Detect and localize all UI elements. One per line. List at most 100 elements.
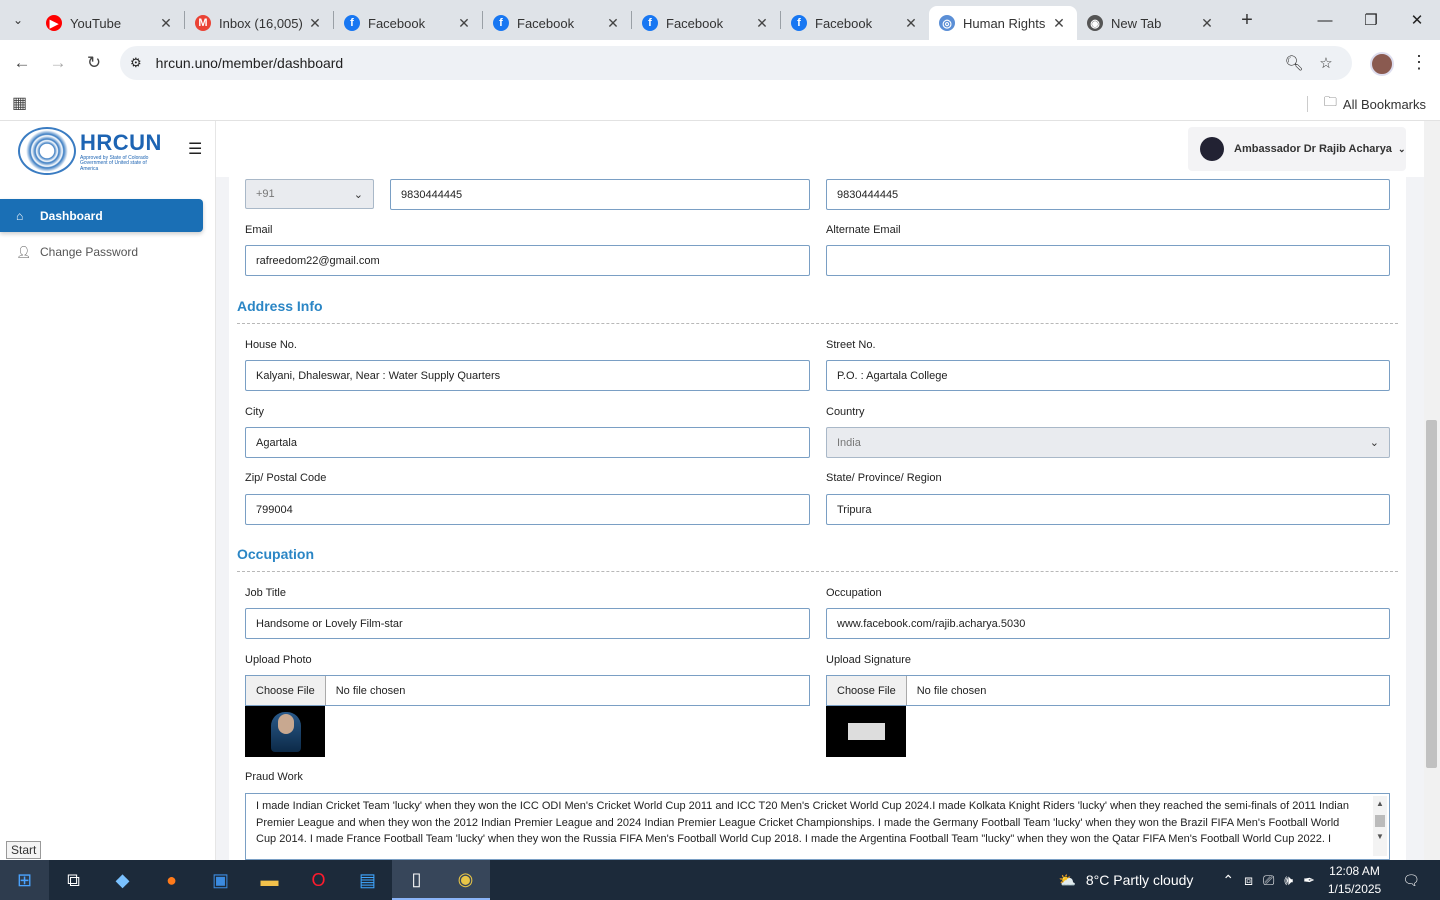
alt-email-field[interactable] bbox=[826, 245, 1390, 276]
close-tab-icon[interactable]: ✕ bbox=[307, 15, 323, 32]
profile-avatar[interactable] bbox=[1370, 52, 1394, 76]
gmail-icon: M bbox=[195, 15, 211, 31]
new-tab-button[interactable]: + bbox=[1231, 9, 1263, 32]
choose-file-button[interactable]: Choose File bbox=[827, 676, 907, 705]
email-field[interactable]: rafreedom22@gmail.com bbox=[245, 245, 810, 276]
task-view-icon[interactable]: ⧉ bbox=[49, 860, 98, 900]
alt-email-label: Alternate Email bbox=[826, 224, 901, 236]
user-icon: 👤︎ bbox=[16, 244, 32, 259]
tab-search-chevron-icon[interactable]: ⌄ bbox=[0, 0, 36, 40]
close-tab-icon[interactable]: ✕ bbox=[605, 15, 621, 32]
close-tab-icon[interactable]: ✕ bbox=[158, 15, 174, 32]
browser-tab[interactable]: f Facebook ✕ bbox=[483, 6, 631, 40]
tab-title: Facebook bbox=[666, 15, 724, 31]
browser-tab[interactable]: f Facebook ✕ bbox=[781, 6, 929, 40]
windows-start-icon[interactable]: ⊞ bbox=[0, 860, 49, 900]
all-bookmarks-label: All Bookmarks bbox=[1342, 96, 1426, 112]
omnibox[interactable]: ⚙ hrcun.uno/member/dashboard 🔍︎ ☆ bbox=[120, 46, 1352, 80]
weather-text[interactable]: 8°C Partly cloudy bbox=[1086, 872, 1194, 888]
close-tab-icon[interactable]: ✕ bbox=[1051, 15, 1067, 32]
forward-arrow-icon[interactable]: → bbox=[40, 53, 76, 73]
divider bbox=[237, 571, 1398, 572]
browser-tab[interactable]: f Facebook ✕ bbox=[334, 6, 482, 40]
phone-input[interactable]: 9830444445 bbox=[390, 179, 810, 210]
hamburger-menu-icon[interactable]: ☰ bbox=[188, 139, 202, 159]
browser-tab[interactable]: ◎ Human Rights ✕ bbox=[929, 6, 1077, 40]
site-settings-icon[interactable]: ⚙ bbox=[130, 55, 142, 71]
city-field[interactable]: Agartala bbox=[245, 427, 810, 458]
photo-file-input[interactable]: Choose File No file chosen bbox=[245, 675, 810, 706]
city-label: City bbox=[245, 406, 264, 418]
close-window-icon[interactable]: ✕ bbox=[1394, 0, 1440, 40]
hrcun-icon: ◎ bbox=[939, 15, 955, 31]
copilot-icon[interactable]: ◆ bbox=[98, 860, 147, 900]
clock[interactable]: 12:08 AM 1/15/2025 bbox=[1328, 862, 1381, 898]
signature-file-input[interactable]: Choose File No file chosen bbox=[826, 675, 1390, 706]
facebook-icon: f bbox=[493, 15, 509, 31]
street-label: Street No. bbox=[826, 339, 876, 351]
zoom-icon[interactable]: 🔍︎ bbox=[1278, 54, 1310, 72]
whatsapp-input[interactable]: 9830444445 bbox=[826, 179, 1390, 210]
menu-kebab-icon[interactable]: ⋮ bbox=[1410, 52, 1428, 73]
state-field[interactable]: Tripura bbox=[826, 494, 1390, 525]
monitor-app-icon[interactable]: ▣ bbox=[196, 860, 245, 900]
back-arrow-icon[interactable]: ← bbox=[4, 53, 40, 73]
photo-thumbnail bbox=[245, 706, 325, 757]
sidebar-item-label: Dashboard bbox=[40, 208, 103, 223]
no-file-text: No file chosen bbox=[916, 684, 987, 697]
house-field[interactable]: Kalyani, Dhaleswar, Near : Water Supply … bbox=[245, 360, 810, 391]
user-menu[interactable]: Ambassador Dr Rajib Acharya ⌄ bbox=[1188, 127, 1406, 171]
chrome-icon[interactable]: ◉ bbox=[441, 860, 490, 900]
chevron-up-icon[interactable]: ⌃ bbox=[1222, 872, 1234, 889]
notepad-icon[interactable]: ▯ bbox=[392, 860, 441, 900]
hrcun-logo[interactable]: HRCUN Approved by State of Colorado Gove… bbox=[18, 127, 162, 175]
browser-tab[interactable]: ◉ New Tab ✕ bbox=[1077, 6, 1225, 40]
close-tab-icon[interactable]: ✕ bbox=[903, 15, 919, 32]
phone-code-select[interactable]: +91 ⌄ bbox=[245, 179, 374, 209]
phone-code-value: +91 bbox=[256, 188, 275, 200]
close-tab-icon[interactable]: ✕ bbox=[754, 15, 770, 32]
home-icon: ⌂ bbox=[16, 208, 24, 223]
choose-file-button[interactable]: Choose File bbox=[246, 676, 326, 705]
bookmark-star-icon[interactable]: ☆ bbox=[1310, 54, 1342, 72]
firefox-icon[interactable]: ● bbox=[147, 860, 196, 900]
browser-tab[interactable]: f Facebook ✕ bbox=[632, 6, 780, 40]
apps-grid-icon[interactable]: ▦ bbox=[12, 93, 27, 113]
praud-work-textarea[interactable]: I made Indian Cricket Team 'lucky' when … bbox=[245, 793, 1390, 860]
street-field[interactable]: P.O. : Agartala College bbox=[826, 360, 1390, 391]
reload-icon[interactable]: ↻ bbox=[76, 53, 112, 73]
device-icon[interactable]: ⧈ bbox=[1244, 872, 1253, 889]
sidebar-item-dashboard[interactable]: ⌂ Dashboard bbox=[0, 199, 203, 232]
tab-title: Inbox (16,005) bbox=[219, 15, 303, 31]
tab-title: Facebook bbox=[368, 15, 426, 31]
country-select[interactable]: India ⌄ bbox=[826, 427, 1390, 458]
textarea-scrollbar[interactable]: ▲ ▼ bbox=[1373, 796, 1387, 856]
job-title-field[interactable]: Handsome or Lovely Film-star bbox=[245, 608, 810, 639]
start-tooltip: Start bbox=[6, 841, 42, 859]
browser-tab[interactable]: ▶ YouTube ✕ bbox=[36, 6, 184, 40]
page-scrollbar-thumb[interactable] bbox=[1426, 420, 1437, 768]
close-tab-icon[interactable]: ✕ bbox=[456, 15, 472, 32]
sidebar-item-change-password[interactable]: 👤︎ Change Password bbox=[0, 235, 203, 268]
weather-icon[interactable]: ⛅ bbox=[1058, 872, 1075, 889]
close-tab-icon[interactable]: ✕ bbox=[1199, 15, 1215, 32]
bookmarks-bar: ▦ 🗀 All Bookmarks bbox=[0, 85, 1440, 121]
occupation-field[interactable]: www.facebook.com/rajib.acharya.5030 bbox=[826, 608, 1390, 639]
browser-tab-bar: ⌄ ▶ YouTube ✕ M Inbox (16,005) ✕ f Facebook ✕ f Fa… bbox=[0, 0, 1440, 40]
zip-field[interactable]: 799004 bbox=[245, 494, 810, 525]
opera-icon[interactable]: O bbox=[294, 860, 343, 900]
all-bookmarks-button[interactable]: 🗀 All Bookmarks bbox=[1306, 93, 1426, 115]
minimize-icon[interactable]: — bbox=[1302, 0, 1348, 40]
email-label: Email bbox=[245, 224, 273, 236]
country-label: Country bbox=[826, 406, 865, 418]
file-explorer-icon[interactable]: ▬ bbox=[245, 860, 294, 900]
volume-icon[interactable]: 🕪︎ bbox=[1284, 872, 1293, 889]
browser-tab[interactable]: M Inbox (16,005) ✕ bbox=[185, 6, 333, 40]
store-icon[interactable]: ▤ bbox=[343, 860, 392, 900]
network-icon[interactable]: ⎚ bbox=[1263, 872, 1274, 889]
user-avatar bbox=[1200, 137, 1224, 161]
notifications-icon[interactable]: 🗨︎ bbox=[1402, 872, 1420, 889]
url-text[interactable]: hrcun.uno/member/dashboard bbox=[156, 55, 1278, 71]
pen-icon[interactable]: ✒ bbox=[1303, 872, 1315, 889]
maximize-icon[interactable]: ❐ bbox=[1348, 0, 1394, 40]
